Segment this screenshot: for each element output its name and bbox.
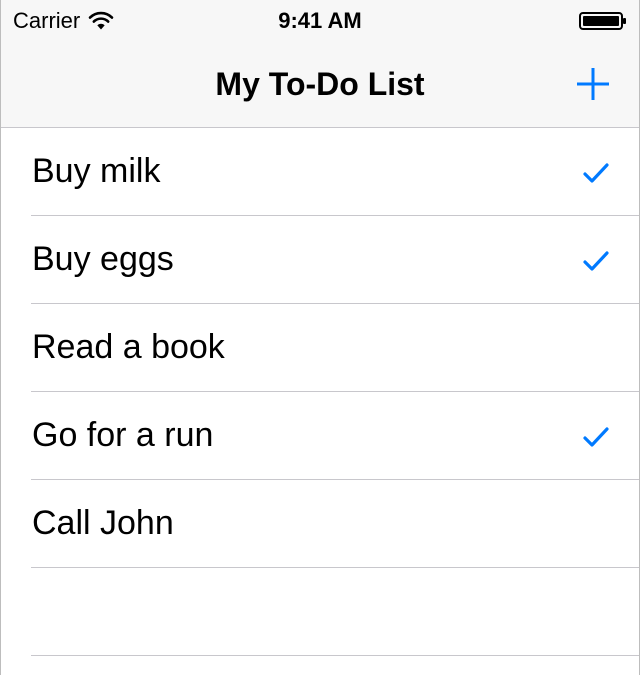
- todo-list: Buy milk Buy eggs Read a book Go for a r…: [1, 128, 639, 656]
- todo-row[interactable]: Read a book: [1, 304, 639, 392]
- todo-row[interactable]: Buy eggs: [1, 216, 639, 304]
- plus-icon: [577, 68, 609, 100]
- todo-row[interactable]: Buy milk: [1, 128, 639, 216]
- todo-label: Buy eggs: [32, 240, 174, 278]
- status-bar: Carrier 9:41 AM: [1, 0, 639, 40]
- navigation-bar: My To-Do List: [1, 40, 639, 127]
- todo-label: Go for a run: [32, 416, 214, 454]
- todo-row[interactable]: Go for a run: [1, 392, 639, 480]
- todo-label: Buy milk: [32, 152, 161, 190]
- todo-label: Read a book: [32, 328, 225, 366]
- todo-row[interactable]: Call John: [1, 480, 639, 568]
- app-screen: Carrier 9:41 AM My To-Do List Buy milk B…: [0, 0, 640, 675]
- todo-label: Call John: [32, 504, 174, 542]
- status-time: 9:41 AM: [278, 8, 362, 33]
- checkmark-icon: [583, 251, 609, 271]
- top-chrome: Carrier 9:41 AM My To-Do List: [1, 0, 639, 128]
- nav-title: My To-Do List: [215, 66, 425, 102]
- empty-table-row: [1, 568, 639, 656]
- checkmark-icon: [583, 163, 609, 183]
- add-item-button[interactable]: [575, 66, 611, 102]
- checkmark-icon: [583, 427, 609, 447]
- battery-icon: [579, 12, 626, 30]
